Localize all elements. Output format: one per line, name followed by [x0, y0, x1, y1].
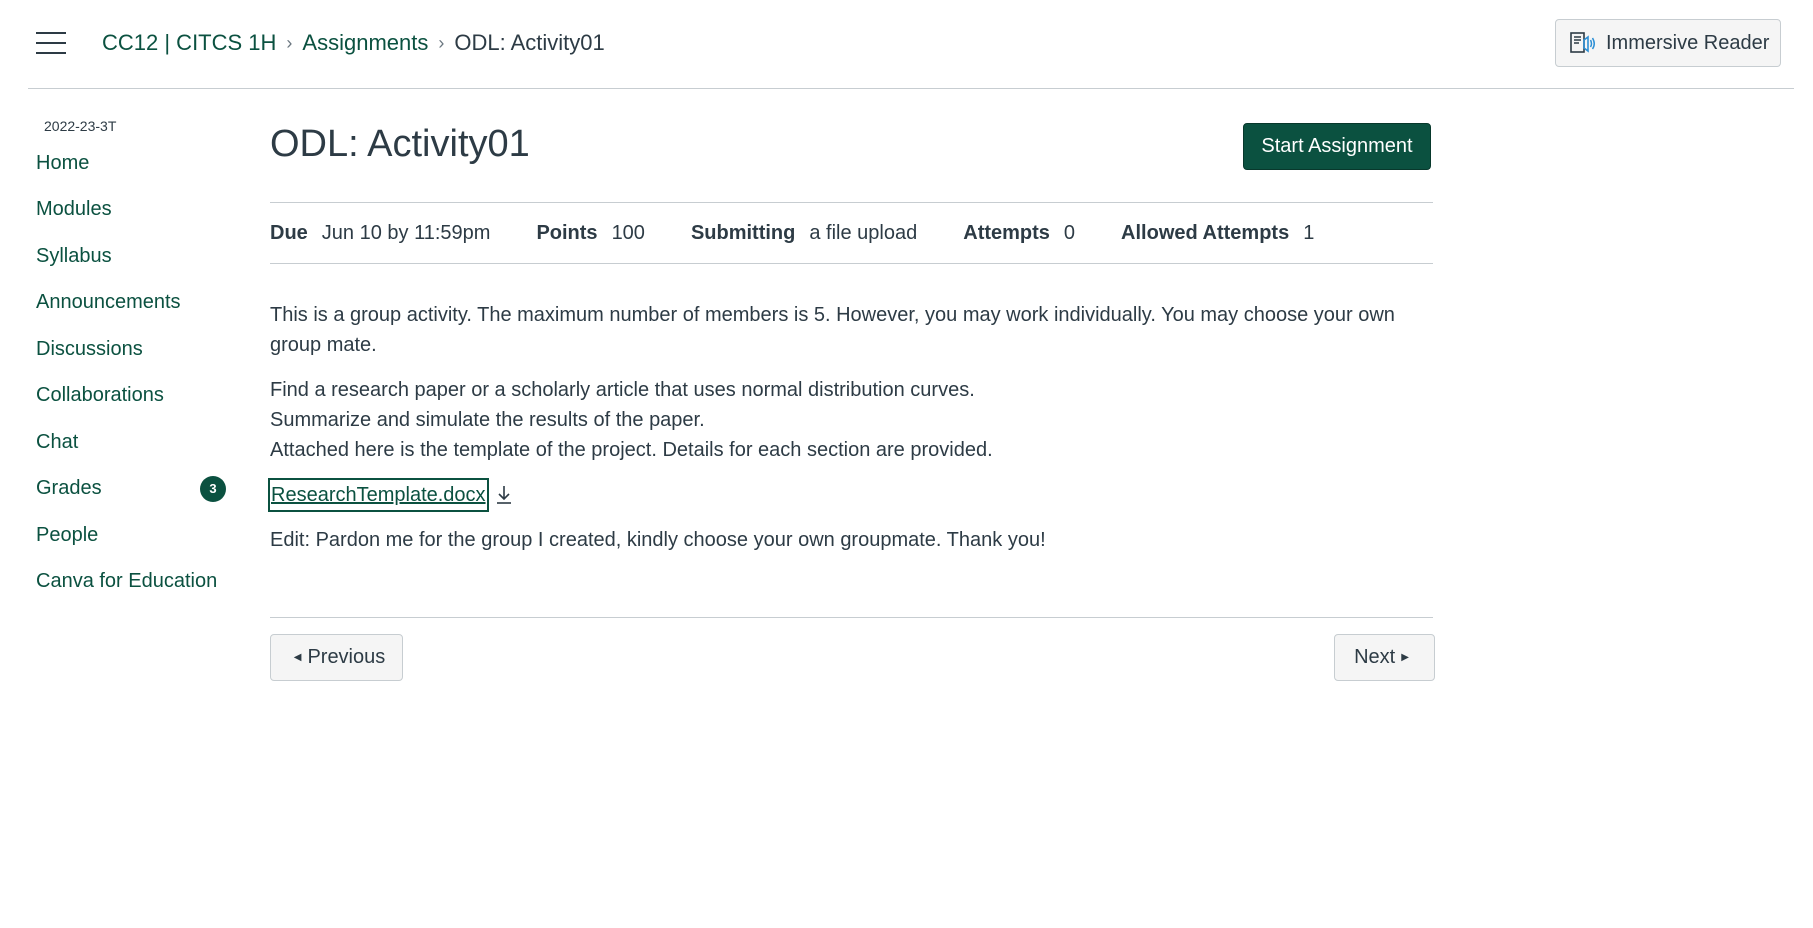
- sidebar-item-label: Grades: [36, 477, 102, 500]
- breadcrumb-separator: ›: [438, 32, 445, 53]
- sidebar-item-modules[interactable]: Modules: [36, 187, 236, 234]
- attempts-label: Attempts: [963, 221, 1050, 244]
- sidebar-item-home[interactable]: Home: [36, 140, 236, 187]
- description-line: Find a research paper or a scholarly art…: [270, 379, 975, 401]
- breadcrumb-separator: ›: [286, 32, 293, 53]
- sidebar-item-syllabus[interactable]: Syllabus: [36, 233, 236, 280]
- sidebar-item-discussions[interactable]: Discussions: [36, 326, 236, 373]
- sidebar-item-label: Announcements: [36, 291, 181, 314]
- top-bar: CC12 | CITCS 1H › Assignments › ODL: Act…: [28, 0, 1794, 89]
- allowed-attempts-value: 1: [1303, 221, 1315, 244]
- grades-count-badge: 3: [200, 475, 226, 502]
- description-paragraph: This is a group activity. The maximum nu…: [270, 304, 1395, 356]
- sidebar-item-label: Collaborations: [36, 384, 164, 407]
- sidebar-item-label: Canva for Education: [36, 570, 218, 593]
- assignment-content: ODL: Activity01 Start Assignment Due Jun…: [268, 118, 1433, 551]
- description-line: Summarize and simulate the results of th…: [270, 409, 705, 431]
- description-paragraph: Find a research paper or a scholarly art…: [270, 375, 1433, 465]
- submitting-detail: Submitting a file upload: [691, 222, 917, 245]
- sidebar-item-canva[interactable]: Canva for Education: [36, 559, 236, 606]
- breadcrumb: CC12 | CITCS 1H › Assignments › ODL: Act…: [102, 28, 605, 58]
- next-button[interactable]: Next ▶: [1334, 634, 1435, 681]
- breadcrumb-course[interactable]: CC12 | CITCS 1H: [102, 30, 276, 56]
- sidebar-item-announcements[interactable]: Announcements: [36, 280, 236, 327]
- hamburger-menu-icon[interactable]: [36, 30, 66, 56]
- points-label: Points: [536, 221, 598, 244]
- points-detail: Points 100: [536, 222, 645, 245]
- sidebar-item-label: Syllabus: [36, 244, 112, 267]
- allowed-attempts-detail: Allowed Attempts 1: [1121, 222, 1314, 245]
- attempts-detail: Attempts 0: [963, 222, 1075, 245]
- next-label: Next: [1354, 646, 1396, 668]
- sidebar-item-label: Discussions: [36, 337, 143, 360]
- term-label: 2022-23-3T: [44, 118, 117, 134]
- previous-button[interactable]: ◀ Previous: [270, 634, 403, 681]
- sidebar-item-label: Chat: [36, 430, 79, 453]
- assignment-description: This is a group activity. The maximum nu…: [268, 300, 1433, 570]
- description-line: Attached here is the template of the pro…: [270, 439, 993, 461]
- start-assignment-button[interactable]: Start Assignment: [1243, 123, 1431, 170]
- sidebar-item-grades[interactable]: Grades 3: [36, 466, 236, 513]
- caret-right-icon: ▶: [1401, 652, 1409, 663]
- allowed-attempts-label: Allowed Attempts: [1121, 221, 1290, 244]
- submitting-value: a file upload: [809, 221, 918, 244]
- attachment-link[interactable]: ResearchTemplate.docx: [268, 478, 489, 512]
- due-detail: Due Jun 10 by 11:59pm: [270, 222, 490, 245]
- sidebar-item-collaborations[interactable]: Collaborations: [36, 373, 236, 420]
- divider: [270, 617, 1433, 618]
- immersive-reader-button[interactable]: Immersive Reader: [1555, 19, 1781, 67]
- breadcrumb-assignments[interactable]: Assignments: [302, 30, 428, 56]
- attachment-row: ResearchTemplate.docx: [268, 478, 1433, 512]
- sidebar-item-people[interactable]: People: [36, 512, 236, 559]
- submitting-label: Submitting: [690, 221, 796, 244]
- edit-note: Edit: Pardon me for the group I created,…: [270, 529, 1046, 551]
- assignment-details-bar: Due Jun 10 by 11:59pm Points 100 Submitt…: [270, 202, 1433, 264]
- sidebar-item-chat[interactable]: Chat: [36, 419, 236, 466]
- previous-label: Previous: [307, 646, 386, 668]
- course-nav-sidebar: 2022-23-3T Home Modules Syllabus Announc…: [36, 118, 236, 605]
- sidebar-item-label: Modules: [36, 198, 112, 221]
- immersive-reader-icon: [1570, 32, 1595, 53]
- sidebar-item-label: People: [36, 523, 99, 546]
- download-icon[interactable]: [495, 485, 513, 505]
- immersive-reader-label: Immersive Reader: [1606, 31, 1770, 54]
- attempts-value: 0: [1063, 221, 1076, 244]
- due-value: Jun 10 by 11:59pm: [321, 221, 491, 244]
- due-label: Due: [270, 221, 308, 244]
- caret-left-icon: ◀: [293, 652, 302, 663]
- sidebar-item-label: Home: [36, 151, 90, 174]
- breadcrumb-current: ODL: Activity01: [454, 30, 605, 55]
- points-value: 100: [611, 221, 645, 244]
